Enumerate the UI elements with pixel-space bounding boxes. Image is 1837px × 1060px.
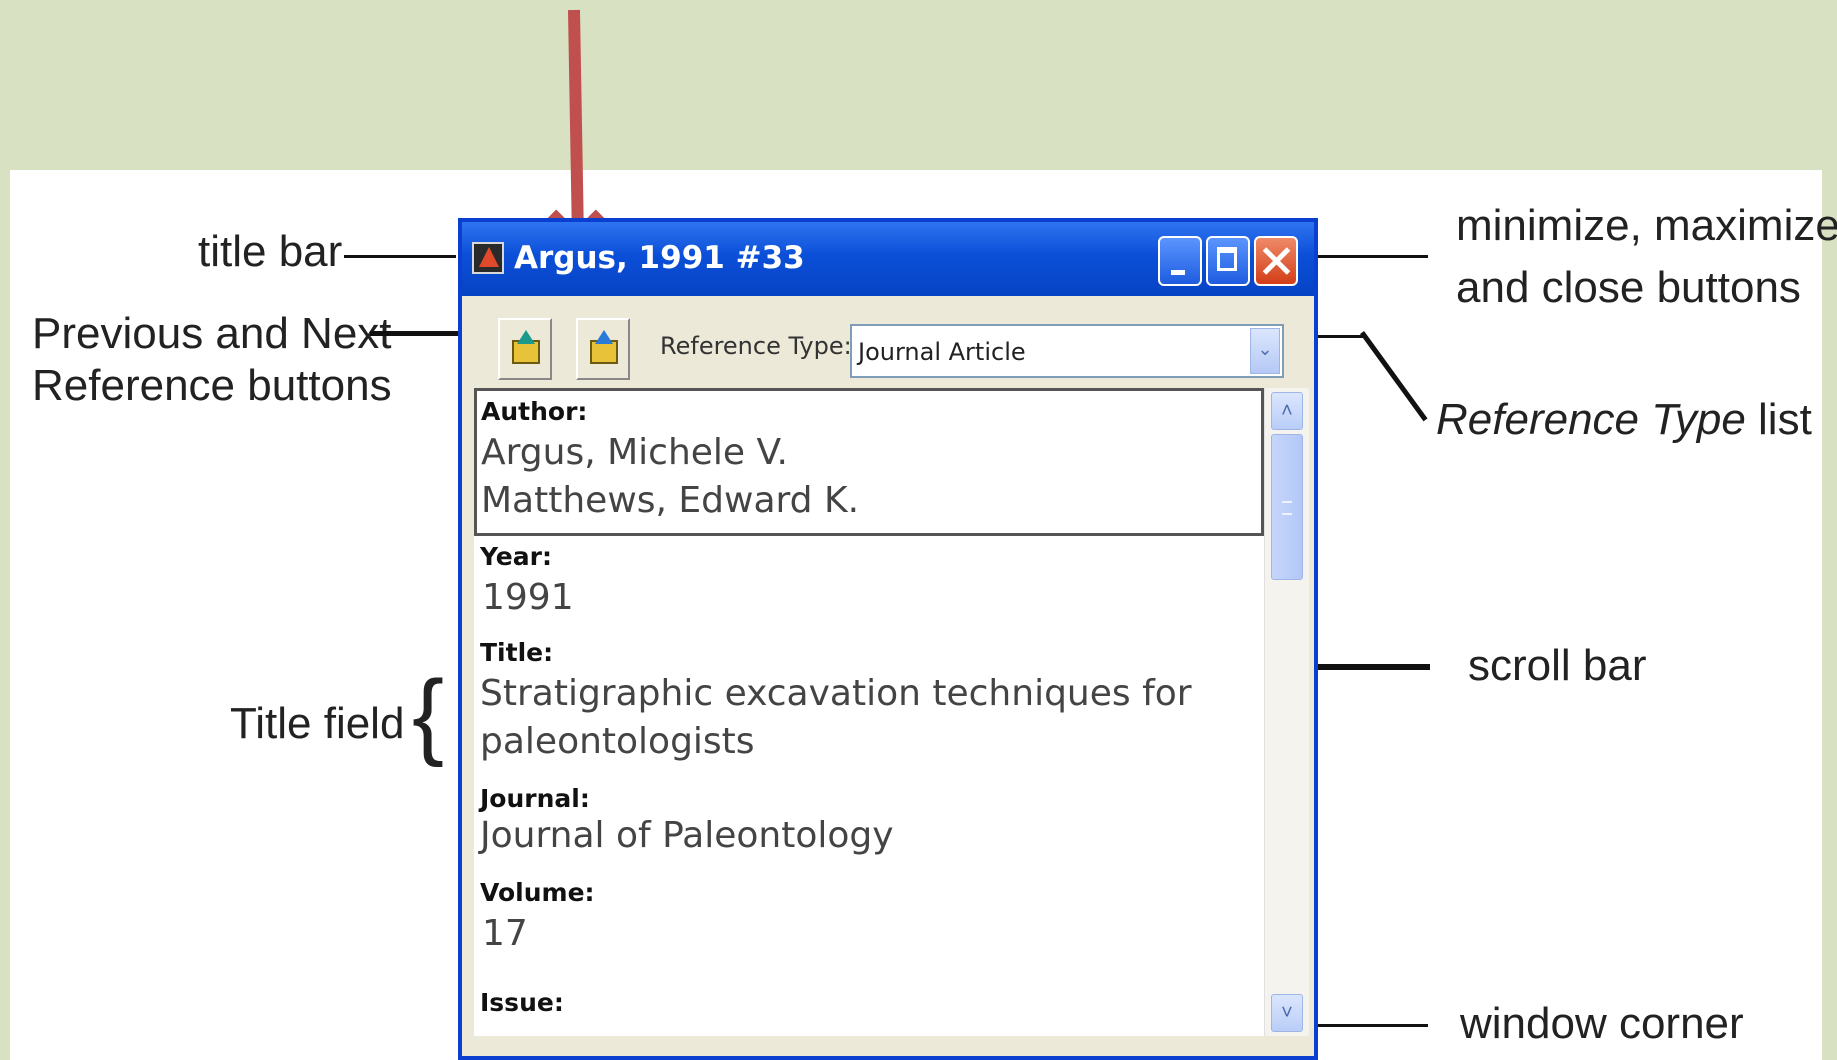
annotation-window-buttons-2: and close buttons xyxy=(1456,263,1801,312)
annotation-prev-next-1: Previous and Next xyxy=(32,309,392,358)
journal-label: Journal: xyxy=(480,784,590,813)
author-value-2: Matthews, Edward K. xyxy=(481,480,860,521)
year-value[interactable]: 1991 xyxy=(482,574,574,622)
annotation-title-field: Title field xyxy=(230,699,405,748)
author-field[interactable]: Author: Argus, Michele V. Matthews, Edwa… xyxy=(474,388,1264,536)
toolbar: Reference Type: Journal Article ⌄ xyxy=(462,296,1314,388)
title-value-line1[interactable]: Stratigraphic excavation techniques for xyxy=(480,670,1192,718)
author-value-1: Argus, Michele V. xyxy=(481,432,788,473)
scroll-thumb[interactable] xyxy=(1271,434,1303,580)
annotation-prev-next-2: Reference buttons xyxy=(32,361,392,410)
next-reference-icon xyxy=(590,330,618,364)
reference-type-select[interactable]: Journal Article ⌄ xyxy=(850,324,1284,378)
year-label: Year: xyxy=(480,542,552,571)
annotation-reference-type-italic: Reference Type xyxy=(1436,395,1746,444)
reference-type-value: Journal Article xyxy=(858,338,1026,366)
annotation-window-buttons-1: minimize, maximize, xyxy=(1456,201,1837,250)
reference-type-label: Reference Type: xyxy=(660,332,852,360)
title-label: Title: xyxy=(480,638,554,667)
volume-label: Volume: xyxy=(480,878,595,907)
annotation-reference-type: Reference Type list xyxy=(1436,394,1812,446)
journal-value[interactable]: Journal of Paleontology xyxy=(480,812,894,860)
scroll-down-icon[interactable]: ˅ xyxy=(1271,994,1303,1032)
next-reference-button[interactable] xyxy=(576,318,630,380)
maximize-button[interactable] xyxy=(1206,236,1250,286)
volume-value[interactable]: 17 xyxy=(482,910,528,958)
title-value-line2[interactable]: paleontologists xyxy=(480,718,755,766)
app-icon xyxy=(472,242,504,274)
leader-prev-next xyxy=(370,331,470,336)
scroll-grip xyxy=(1282,501,1292,515)
previous-reference-button[interactable] xyxy=(498,318,552,380)
window-title: Argus, 1991 #33 xyxy=(514,240,805,276)
annotation-window-corner: window corner xyxy=(1460,999,1744,1048)
author-label: Author: xyxy=(481,397,588,426)
annotation-reference-type-rest: list xyxy=(1758,395,1812,444)
reference-window: Argus, 1991 #33 Reference Type: Journal … xyxy=(458,218,1318,1060)
minimize-button[interactable] xyxy=(1158,236,1202,286)
dropdown-arrow-icon[interactable]: ⌄ xyxy=(1250,328,1280,374)
reference-fields: Author: Argus, Michele V. Matthews, Edwa… xyxy=(474,388,1264,1036)
issue-label: Issue: xyxy=(480,988,564,1017)
annotation-scroll-bar: scroll bar xyxy=(1468,641,1647,690)
close-button[interactable] xyxy=(1254,236,1298,286)
scroll-bar[interactable]: ˄ ˅ xyxy=(1264,388,1309,1036)
scroll-up-icon[interactable]: ˄ xyxy=(1271,392,1303,430)
annotation-title-bar: title bar xyxy=(198,227,343,276)
title-bar[interactable]: Argus, 1991 #33 xyxy=(462,222,1314,296)
title-field-brace: { xyxy=(412,661,445,768)
leader-title-bar xyxy=(344,255,456,258)
previous-reference-icon xyxy=(512,330,540,364)
